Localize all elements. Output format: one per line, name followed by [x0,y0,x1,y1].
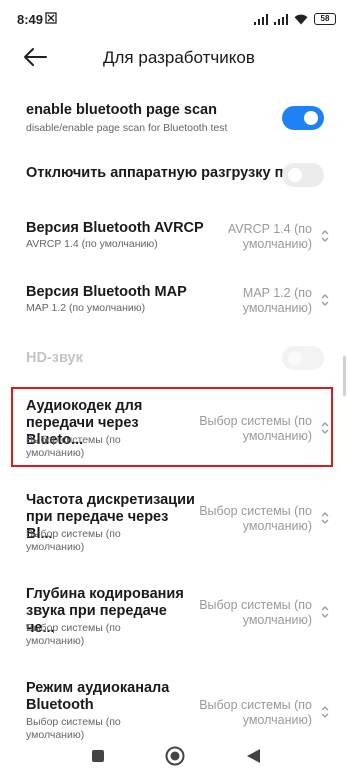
setting-subtitle: disable/enable page scan for Bluetooth t… [26,122,228,134]
setting-title: Версия Bluetooth MAP [26,284,187,300]
chevron-updown-icon [321,512,329,524]
setting-subtitle: Выбор системы (по умолчанию) [26,528,121,553]
back-triangle-icon[interactable] [243,745,265,767]
setting-subtitle: MAP 1.2 (по умолчанию) [26,302,146,314]
back-arrow-icon[interactable] [22,46,48,68]
setting-row-channel-mode[interactable]: Режим аудиоканала Bluetooth Выбор систем… [0,676,350,741]
setting-value: Выбор системы (по умолчанию) [199,504,312,533]
setting-row-sample-rate[interactable]: Частота дискретизации при передаче через… [0,488,350,554]
scroll-indicator[interactable] [343,356,346,396]
status-time: 8:49 [17,12,44,27]
setting-title: Режим аудиоканала Bluetooth [26,680,170,713]
sync-icon [45,12,57,24]
setting-value: Выбор системы (по умолчанию) [199,414,312,443]
setting-title: enable bluetooth page scan [26,102,217,118]
setting-row-hardware-offload[interactable]: Отключить аппаратную разгрузку п... [0,158,350,192]
chevron-updown-icon [321,706,329,718]
recents-square-icon[interactable] [87,745,109,767]
status-bar: 8:49 58 [0,0,350,36]
chevron-updown-icon [321,294,329,306]
setting-subtitle: AVRCP 1.4 (по умолчанию) [26,238,158,250]
setting-subtitle: Выбор системы (по умолчанию) [26,434,121,459]
battery-icon: 58 [314,13,336,25]
setting-value: MAP 1.2 (по умолчанию) [242,286,312,315]
setting-title: HD-звук [26,350,83,366]
setting-row-audio-codec[interactable]: Аудиокодек для передачи через Blueto... … [0,394,350,460]
navigation-bar [0,732,350,778]
wifi-icon [294,14,308,24]
app-bar: Для разработчиков [0,36,350,80]
bluetooth-page-scan-toggle[interactable] [282,106,324,130]
signal-icon [274,13,288,25]
setting-title: Отключить аппаратную разгрузку п... [26,165,296,181]
setting-subtitle: Выбор системы (по умолчанию) [26,622,121,647]
chevron-updown-icon [321,230,329,242]
hardware-offload-toggle[interactable] [282,163,324,187]
status-icons: 58 [254,12,336,26]
hd-audio-toggle [282,346,324,370]
setting-row-hd-audio: HD-звук [0,344,350,378]
setting-value: Выбор системы (по умолчанию) [199,698,312,727]
chevron-updown-icon [321,606,329,618]
setting-row-avrcp-version[interactable]: Версия Bluetooth AVRCP AVRCP 1.4 (по умо… [0,216,350,260]
home-circle-icon[interactable] [164,745,186,767]
setting-value: AVRCP 1.4 (по умолчанию) [227,222,312,251]
setting-row-bit-depth[interactable]: Глубина кодирования звука при передаче ч… [0,582,350,648]
signal-icon [254,13,268,25]
setting-row-map-version[interactable]: Версия Bluetooth MAP MAP 1.2 (по умолчан… [0,280,350,324]
setting-row-bluetooth-page-scan[interactable]: enable bluetooth page scan disable/enabl… [0,96,350,146]
setting-value: Выбор системы (по умолчанию) [199,598,312,627]
page-title: Для разработчиков [103,48,255,67]
setting-title: Версия Bluetooth AVRCP [26,220,204,236]
chevron-updown-icon [321,422,329,434]
